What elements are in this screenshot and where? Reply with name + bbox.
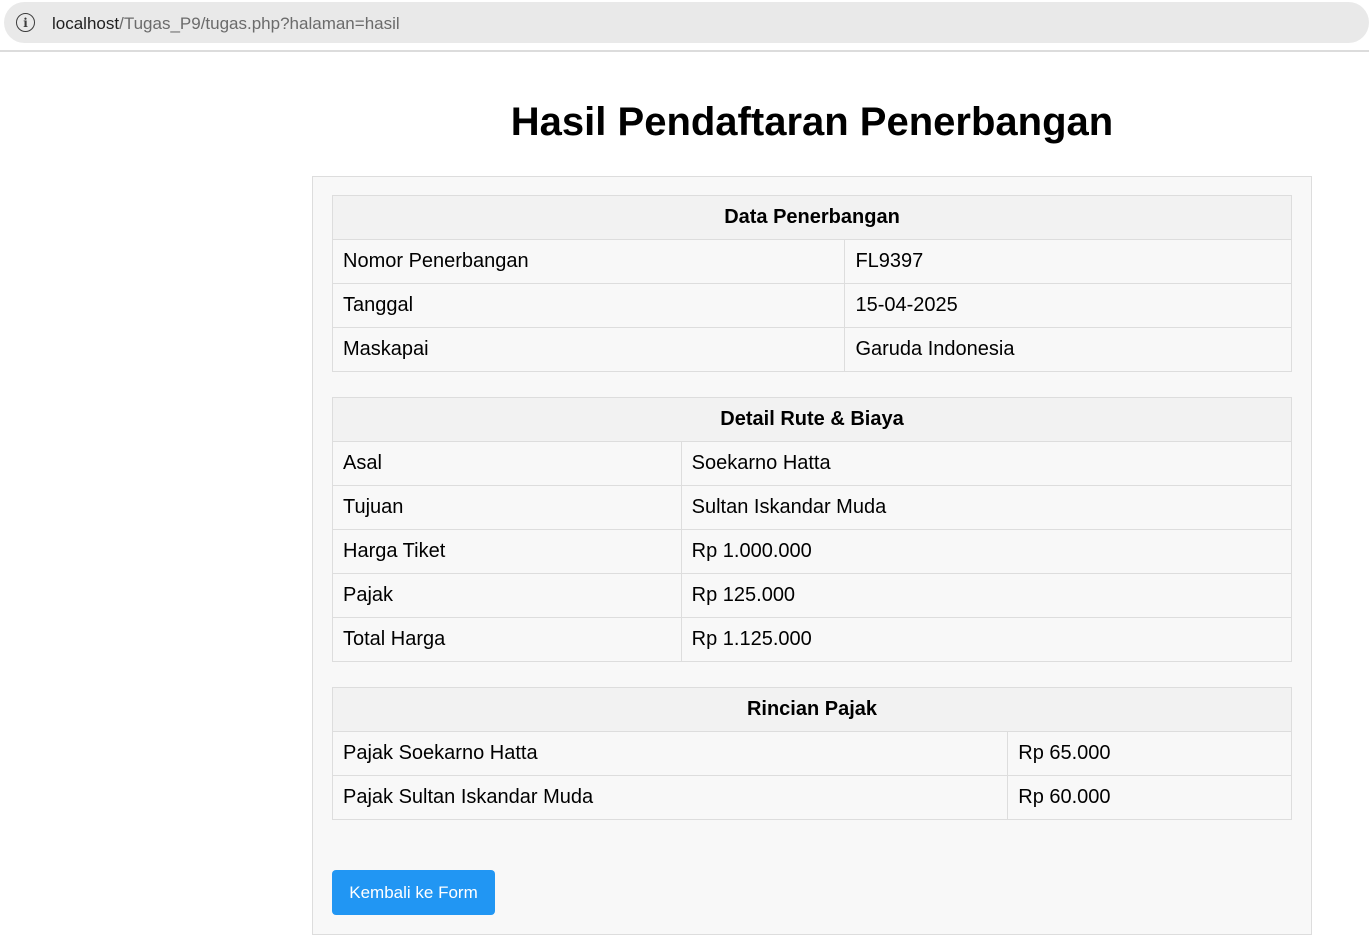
maskapai-value: Garuda Indonesia	[844, 327, 1292, 372]
total-harga-value: Rp 1.125.000	[680, 617, 1293, 662]
url-host: localhost	[52, 14, 120, 33]
table-row: Tanggal 15-04-2025	[331, 283, 1292, 328]
pajak-tujuan-value: Rp 60.000	[1007, 775, 1292, 820]
table-row: Nomor Penerbangan FL9397	[331, 239, 1292, 284]
pajak-tujuan-label: Pajak Sultan Iskandar Muda	[331, 775, 1009, 820]
nomor-penerbangan-label: Nomor Penerbangan	[331, 239, 846, 284]
harga-tiket-label: Harga Tiket	[332, 529, 682, 574]
table-row: Maskapai Garuda Indonesia	[331, 327, 1292, 372]
table-row: Pajak Sultan Iskandar Muda Rp 60.000	[331, 775, 1292, 820]
table-row: Tujuan Sultan Iskandar Muda	[332, 485, 1293, 530]
browser-address-bar: i localhost/Tugas_P9/tugas.php?halaman=h…	[0, 0, 1369, 52]
asal-label: Asal	[332, 441, 682, 486]
nomor-penerbangan-value: FL9397	[844, 239, 1292, 284]
pajak-asal-label: Pajak Soekarno Hatta	[331, 731, 1009, 776]
data-penerbangan-heading: Data Penerbangan	[332, 195, 1292, 240]
url-field[interactable]: i localhost/Tugas_P9/tugas.php?halaman=h…	[4, 2, 1369, 43]
harga-tiket-value: Rp 1.000.000	[680, 529, 1293, 574]
pajak-value: Rp 125.000	[680, 573, 1293, 618]
table-row: Pajak Rp 125.000	[332, 573, 1293, 618]
tanggal-label: Tanggal	[331, 283, 846, 328]
detail-rute-table: Detail Rute & Biaya Asal Soekarno Hatta …	[332, 397, 1293, 662]
data-penerbangan-table: Data Penerbangan Nomor Penerbangan FL939…	[331, 195, 1292, 372]
table-row: Pajak Soekarno Hatta Rp 65.000	[331, 731, 1292, 776]
rincian-pajak-heading: Rincian Pajak	[332, 687, 1292, 732]
back-to-form-button[interactable]: Kembali ke Form	[332, 870, 495, 915]
pajak-asal-value: Rp 65.000	[1007, 731, 1292, 776]
url-path: /Tugas_P9/tugas.php?halaman=hasil	[119, 14, 400, 33]
tujuan-label: Tujuan	[332, 485, 682, 530]
maskapai-label: Maskapai	[331, 327, 846, 372]
table-row: Harga Tiket Rp 1.000.000	[332, 529, 1293, 574]
info-icon[interactable]: i	[16, 13, 35, 32]
total-harga-label: Total Harga	[332, 617, 682, 662]
table-row: Asal Soekarno Hatta	[332, 441, 1293, 486]
tanggal-value: 15-04-2025	[844, 283, 1292, 328]
result-container: Data Penerbangan Nomor Penerbangan FL939…	[312, 176, 1312, 935]
url-text[interactable]: localhost/Tugas_P9/tugas.php?halaman=has…	[52, 14, 400, 34]
asal-value: Soekarno Hatta	[680, 441, 1293, 486]
rincian-pajak-table: Rincian Pajak Pajak Soekarno Hatta Rp 65…	[331, 687, 1292, 820]
pajak-label: Pajak	[332, 573, 682, 618]
table-row: Total Harga Rp 1.125.000	[332, 617, 1293, 662]
page-title: Hasil Pendaftaran Penerbangan	[510, 100, 1114, 144]
tujuan-value: Sultan Iskandar Muda	[680, 485, 1293, 530]
detail-rute-heading: Detail Rute & Biaya	[332, 397, 1292, 442]
